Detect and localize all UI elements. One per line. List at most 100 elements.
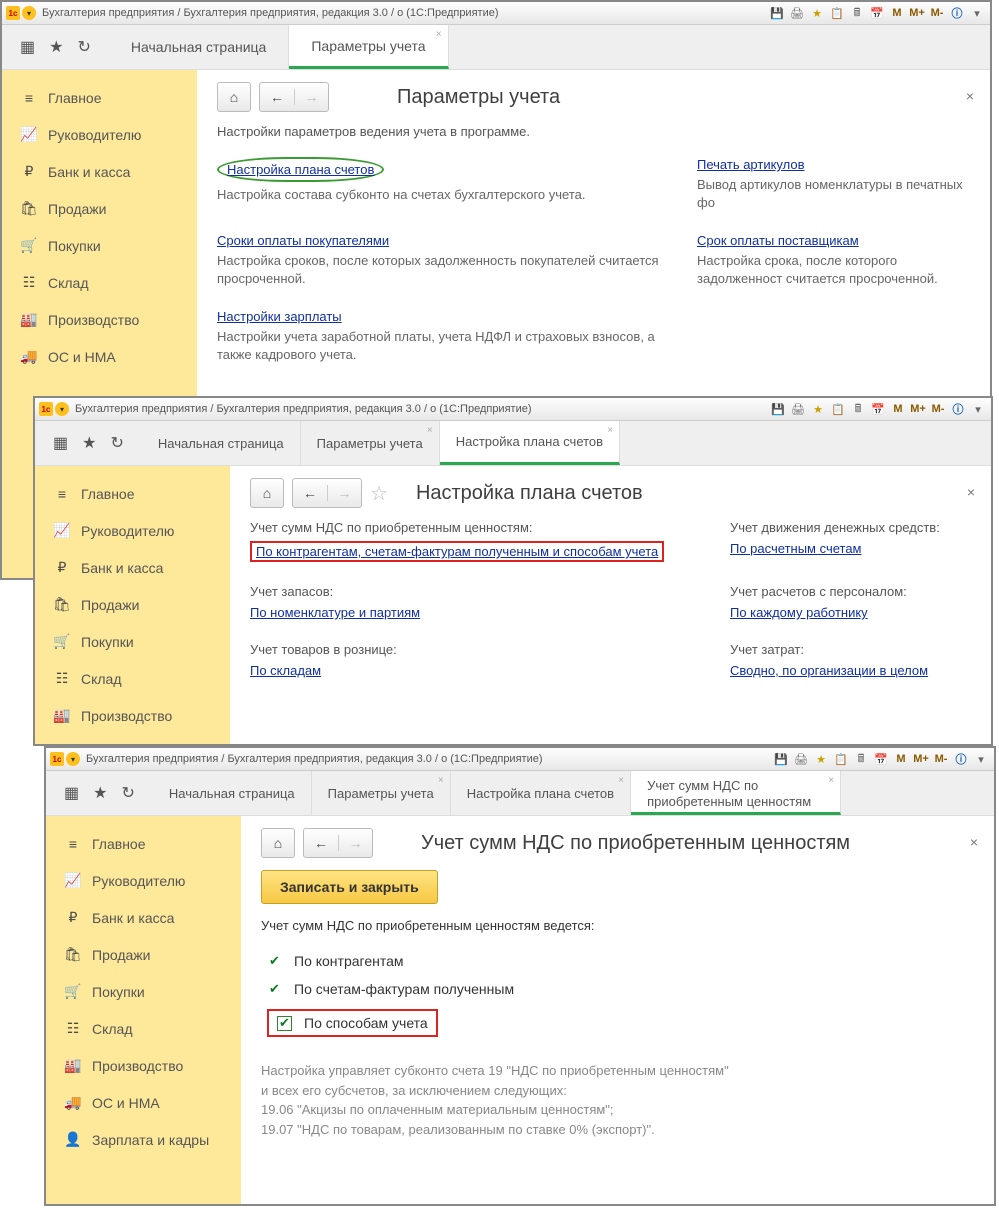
app-menu-icon[interactable]: ▾ — [22, 6, 36, 20]
apps-icon[interactable]: ▦ — [53, 433, 68, 453]
nav-back-forward[interactable]: ←→ — [303, 828, 373, 858]
mplus-button[interactable]: М+ — [912, 751, 930, 767]
mminus-button[interactable]: М- — [932, 751, 950, 767]
calc-icon[interactable]: 🖩 — [849, 401, 867, 417]
sidebar-item-warehouse[interactable]: ☷Склад — [2, 264, 197, 301]
m-button[interactable]: М — [888, 5, 906, 21]
checkbox-by-method[interactable]: ✔ — [277, 1016, 292, 1031]
save-icon[interactable]: 💾 — [769, 401, 787, 417]
forward-icon[interactable]: → — [327, 485, 361, 501]
clipboard-icon[interactable]: 📋 — [828, 5, 846, 21]
sidebar-item-manager[interactable]: 📈Руководителю — [46, 862, 241, 899]
tab-home[interactable]: Начальная страница — [153, 771, 312, 815]
save-icon[interactable]: 💾 — [772, 751, 790, 767]
tab-home[interactable]: Начальная страница — [142, 421, 301, 465]
tab-plan-accounts[interactable]: Настройка плана счетов× — [440, 421, 620, 465]
history-icon[interactable]: ↻ — [110, 433, 123, 453]
calc-icon[interactable]: 🖩 — [848, 5, 866, 21]
sidebar-item-assets[interactable]: 🚚ОС и НМА — [2, 338, 197, 375]
tab-home[interactable]: Начальная страница — [109, 25, 289, 69]
sidebar-item-sales[interactable]: 🛍Продажи — [2, 190, 197, 227]
calendar-icon[interactable]: 📅 — [868, 5, 886, 21]
home-button[interactable]: ⌂ — [261, 828, 295, 858]
close-panel-icon[interactable]: × — [967, 484, 975, 500]
sidebar-item-bank[interactable]: ₽Банк и касса — [35, 549, 230, 586]
dropdown-icon[interactable]: ▾ — [969, 401, 987, 417]
m-button[interactable]: М — [892, 751, 910, 767]
sidebar-item-main[interactable]: ≡Главное — [35, 476, 230, 512]
link-vat-mode[interactable]: По контрагентам, счетам-фактурам получен… — [256, 544, 658, 559]
close-icon[interactable]: × — [607, 425, 613, 436]
home-button[interactable]: ⌂ — [217, 82, 251, 112]
tab-accounting-params[interactable]: Параметры учета× — [312, 771, 451, 815]
history-icon[interactable]: ↻ — [121, 783, 134, 803]
link-retail[interactable]: По складам — [250, 663, 321, 678]
tab-accounting-params[interactable]: Параметры учета× — [289, 25, 448, 69]
m-button[interactable]: М — [889, 401, 907, 417]
history-icon[interactable]: ↻ — [77, 37, 90, 57]
forward-icon[interactable]: → — [294, 89, 328, 105]
nav-back-forward[interactable]: ←→ — [292, 478, 362, 508]
back-icon[interactable]: ← — [304, 835, 338, 851]
favorite-star-icon[interactable]: ☆ — [370, 481, 388, 506]
back-icon[interactable]: ← — [260, 89, 294, 105]
sidebar-item-warehouse[interactable]: ☷Склад — [35, 660, 230, 697]
sidebar-item-production[interactable]: 🏭Производство — [46, 1047, 241, 1084]
mplus-button[interactable]: М+ — [909, 401, 927, 417]
save-and-close-button[interactable]: Записать и закрыть — [261, 870, 438, 904]
dropdown-icon[interactable]: ▾ — [968, 5, 986, 21]
sidebar-item-manager[interactable]: 📈Руководителю — [35, 512, 230, 549]
sidebar-item-main[interactable]: ≡Главное — [46, 826, 241, 862]
mplus-button[interactable]: М+ — [908, 5, 926, 21]
info-icon[interactable]: ⓘ — [948, 5, 966, 21]
link-customer-terms[interactable]: Сроки оплаты покупателями — [217, 233, 389, 248]
link-plan-accounts[interactable]: Настройка плана счетов — [227, 162, 374, 177]
close-panel-icon[interactable]: × — [966, 88, 974, 104]
link-supplier-terms[interactable]: Срок оплаты поставщикам — [697, 233, 859, 248]
star-icon[interactable]: ★ — [49, 37, 63, 57]
save-icon[interactable]: 💾 — [768, 5, 786, 21]
app-menu-icon[interactable]: ▾ — [55, 402, 69, 416]
link-costs[interactable]: Сводно, по организации в целом — [730, 663, 928, 678]
sidebar-item-salary[interactable]: 👤Зарплата и кадры — [46, 1121, 241, 1158]
link-print-articles[interactable]: Печать артикулов — [697, 157, 805, 172]
tab-plan-accounts[interactable]: Настройка плана счетов× — [451, 771, 631, 815]
clipboard-icon[interactable]: 📋 — [832, 751, 850, 767]
sidebar-item-assets[interactable]: 🚚ОС и НМА — [46, 1084, 241, 1121]
dropdown-icon[interactable]: ▾ — [972, 751, 990, 767]
calendar-icon[interactable]: 📅 — [872, 751, 890, 767]
back-icon[interactable]: ← — [293, 485, 327, 501]
apps-icon[interactable]: ▦ — [20, 37, 35, 57]
favorite-icon[interactable]: ★ — [808, 5, 826, 21]
info-icon[interactable]: ⓘ — [949, 401, 967, 417]
sidebar-item-bank[interactable]: ₽Банк и касса — [2, 153, 197, 190]
tab-vat-settings[interactable]: Учет сумм НДС по приобретенным ценностям… — [631, 771, 841, 815]
apps-icon[interactable]: ▦ — [64, 783, 79, 803]
sidebar-item-sales[interactable]: 🛍Продажи — [46, 936, 241, 973]
sidebar-item-purchases[interactable]: 🛒Покупки — [46, 973, 241, 1010]
mminus-button[interactable]: М- — [929, 401, 947, 417]
close-icon[interactable]: × — [438, 775, 444, 786]
link-cash-accounts[interactable]: По расчетным счетам — [730, 541, 862, 556]
sidebar-item-manager[interactable]: 📈Руководителю — [2, 116, 197, 153]
link-inventory[interactable]: По номенклатуре и партиям — [250, 605, 420, 620]
clipboard-icon[interactable]: 📋 — [829, 401, 847, 417]
forward-icon[interactable]: → — [338, 835, 372, 851]
print-icon[interactable]: 🖨 — [792, 751, 810, 767]
link-personnel[interactable]: По каждому работнику — [730, 605, 868, 620]
app-menu-icon[interactable]: ▾ — [66, 752, 80, 766]
print-icon[interactable]: 🖨 — [788, 5, 806, 21]
close-icon[interactable]: × — [436, 29, 442, 40]
sidebar-item-warehouse[interactable]: ☷Склад — [46, 1010, 241, 1047]
close-icon[interactable]: × — [427, 425, 433, 436]
close-icon[interactable]: × — [828, 775, 834, 787]
close-panel-icon[interactable]: × — [970, 834, 978, 850]
sidebar-item-purchases[interactable]: 🛒Покупки — [35, 623, 230, 660]
favorite-icon[interactable]: ★ — [812, 751, 830, 767]
favorite-icon[interactable]: ★ — [809, 401, 827, 417]
close-icon[interactable]: × — [618, 775, 624, 786]
link-salary-settings[interactable]: Настройки зарплаты — [217, 309, 342, 324]
info-icon[interactable]: ⓘ — [952, 751, 970, 767]
sidebar-item-production[interactable]: 🏭Производство — [2, 301, 197, 338]
sidebar-item-main[interactable]: ≡Главное — [2, 80, 197, 116]
